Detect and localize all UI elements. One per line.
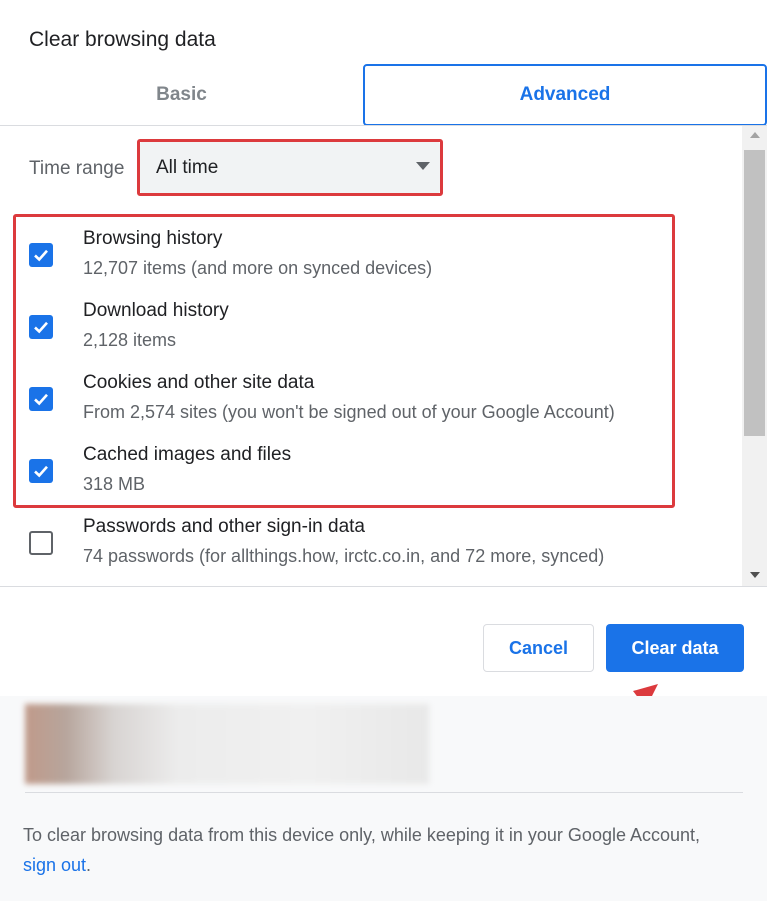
footer-message: To clear browsing data from this device … bbox=[23, 820, 723, 880]
option-download-history[interactable]: Download history 2,128 items bbox=[0, 292, 740, 364]
scroll-up-arrow-icon[interactable] bbox=[750, 132, 760, 138]
passwords-checkbox[interactable] bbox=[29, 531, 53, 555]
check-icon bbox=[34, 321, 48, 334]
tab-basic[interactable]: Basic bbox=[0, 64, 363, 126]
scrollbar[interactable] bbox=[742, 126, 767, 586]
option-cached-images[interactable]: Cached images and files 318 MB bbox=[0, 436, 740, 508]
dialog-title: Clear browsing data bbox=[29, 28, 216, 51]
tab-bar: Basic Advanced bbox=[0, 64, 767, 126]
scroll-down-arrow-icon[interactable] bbox=[750, 572, 760, 578]
check-icon bbox=[34, 393, 48, 406]
cancel-button[interactable]: Cancel bbox=[483, 624, 594, 672]
scrollbar-thumb[interactable] bbox=[744, 150, 765, 436]
option-title: Passwords and other sign-in data bbox=[83, 516, 365, 537]
clear-browsing-data-dialog: Clear browsing data Basic Advanced Time … bbox=[0, 0, 767, 901]
options-scroll-region: Time range All time Browsing history 12,… bbox=[0, 126, 767, 586]
check-icon bbox=[34, 249, 48, 262]
clear-data-button[interactable]: Clear data bbox=[606, 624, 744, 672]
dropdown-arrow-icon bbox=[416, 162, 430, 170]
option-title: Browsing history bbox=[83, 228, 223, 249]
tab-advanced[interactable]: Advanced bbox=[363, 64, 767, 126]
account-footer: To clear browsing data from this device … bbox=[0, 696, 767, 901]
option-browsing-history[interactable]: Browsing history 12,707 items (and more … bbox=[0, 220, 740, 292]
option-subtitle: 2,128 items bbox=[83, 330, 177, 350]
actions-divider bbox=[0, 586, 767, 587]
option-subtitle: 318 MB bbox=[83, 474, 146, 494]
cached-images-checkbox[interactable] bbox=[29, 459, 53, 483]
time-range-label: Time range bbox=[29, 158, 125, 179]
option-subtitle: 74 passwords (for allthings.how, irctc.c… bbox=[83, 546, 605, 566]
time-range-value: All time bbox=[156, 157, 219, 178]
option-title: Download history bbox=[83, 300, 229, 321]
sign-out-link[interactable]: sign out bbox=[23, 855, 86, 875]
time-range-select[interactable]: All time bbox=[140, 141, 440, 194]
download-history-checkbox[interactable] bbox=[29, 315, 53, 339]
option-passwords[interactable]: Passwords and other sign-in data 74 pass… bbox=[0, 508, 740, 580]
option-cookies[interactable]: Cookies and other site data From 2,574 s… bbox=[0, 364, 740, 436]
option-subtitle: 12,707 items (and more on synced devices… bbox=[83, 258, 433, 278]
account-info-blurred bbox=[25, 704, 429, 784]
cookies-checkbox[interactable] bbox=[29, 387, 53, 411]
option-subtitle: From 2,574 sites (you won't be signed ou… bbox=[83, 402, 615, 422]
option-title: Cached images and files bbox=[83, 444, 292, 465]
footer-divider bbox=[25, 792, 743, 793]
footer-text-end: . bbox=[86, 855, 92, 875]
check-icon bbox=[34, 465, 48, 478]
option-title: Cookies and other site data bbox=[83, 372, 315, 393]
browsing-history-checkbox[interactable] bbox=[29, 243, 53, 267]
footer-text: To clear browsing data from this device … bbox=[23, 825, 701, 845]
